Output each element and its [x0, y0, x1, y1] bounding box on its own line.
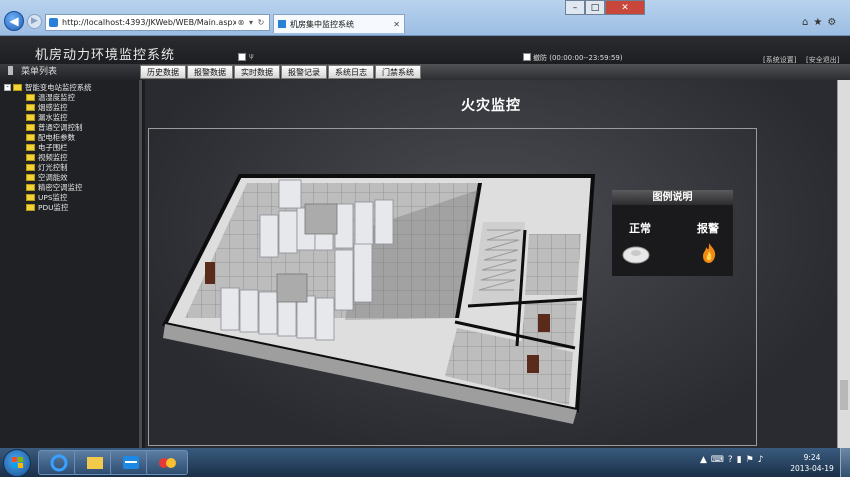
tab-favicon	[278, 20, 286, 28]
clock-time: 9:24	[803, 453, 821, 462]
ie-page-icon	[49, 18, 58, 27]
tree-item[interactable]: 漏水监控	[4, 112, 92, 122]
folder-icon	[26, 143, 35, 151]
help-icon[interactable]: ?	[728, 455, 733, 465]
start-button[interactable]	[3, 449, 31, 477]
folder-explorer-icon	[87, 457, 103, 469]
folder-icon	[26, 133, 35, 141]
minimize-icon[interactable]: –	[565, 0, 585, 15]
scroll-thumb[interactable]	[840, 380, 848, 410]
volume-icon[interactable]: ♪	[758, 455, 764, 465]
app-header: 机房动力环境监控系统 ψ 撤防 (00:00:00--23:59:59)	[0, 36, 850, 64]
folder-icon	[26, 193, 35, 201]
home-icon[interactable]: ⌂	[802, 17, 808, 28]
media-app-icon	[159, 458, 176, 468]
close-icon[interactable]: ✕	[605, 0, 645, 15]
smoke-detector-icon	[622, 246, 650, 264]
system-tray: ▲ ⌨ ? ▮ ⚑ ♪	[700, 455, 763, 465]
favorites-star-icon[interactable]: ★	[813, 17, 822, 28]
tree-item[interactable]: PDU监控	[4, 202, 92, 212]
realtime-data-button[interactable]: 实时数据	[234, 65, 280, 79]
teamviewer-icon	[123, 456, 139, 469]
taskbar-media-button[interactable]	[146, 450, 188, 475]
address-bar[interactable]: http://localhost:4393/JKWeb/WEB/Main.asp…	[45, 14, 270, 31]
dropdown-icon[interactable]: ▾	[246, 18, 256, 27]
maximize-icon[interactable]: □	[585, 0, 605, 15]
history-data-button[interactable]: 历史数据	[140, 65, 186, 79]
windows-logo-icon	[12, 457, 23, 468]
network-icon[interactable]: ▮	[737, 455, 742, 465]
tree-item[interactable]: 空调能效	[4, 172, 92, 182]
tree-item[interactable]: 电子围栏	[4, 142, 92, 152]
tree-root[interactable]: - 智能变电站监控系统	[4, 82, 92, 92]
header-checkbox-label: ψ	[249, 52, 254, 60]
tree-item[interactable]: 烟感监控	[4, 102, 92, 112]
menu-tree: - 智能变电站监控系统 温湿度监控 烟感监控 漏水监控 普通空调控制 配电柜参数 …	[4, 82, 92, 212]
guard-label: 撤防 (00:00:00--23:59:59)	[533, 54, 623, 62]
flag-icon[interactable]: ⚑	[746, 455, 754, 465]
server-room-floorplan	[162, 174, 596, 424]
system-title: 机房动力环境监控系统	[35, 48, 176, 63]
folder-icon	[26, 183, 35, 191]
folder-icon	[13, 83, 22, 91]
folder-icon	[26, 113, 35, 121]
tree-item[interactable]: 视频监控	[4, 152, 92, 162]
nav-buttons: 历史数据 报警数据 实时数据 报警记录 系统日志 门禁系统	[140, 65, 421, 79]
refresh-icon[interactable]: ↻	[256, 18, 266, 27]
phone-icon	[8, 66, 13, 75]
folder-icon	[26, 93, 35, 101]
alarm-data-button[interactable]: 报警数据	[187, 65, 233, 79]
address-url[interactable]: http://localhost:4393/JKWeb/WEB/Main.asp…	[62, 18, 236, 27]
browser-tools: ⌂ ★ ⚙	[802, 17, 836, 28]
tab-title: 机房集中监控系统	[290, 19, 354, 29]
fire-alarm-icon	[703, 243, 716, 263]
menu-list-label: 菜单列表	[21, 67, 58, 77]
clock-date: 2013-04-19	[790, 464, 834, 473]
legend-panel: 图例说明 正常 报警	[612, 190, 733, 276]
settings-gear-icon[interactable]: ⚙	[827, 17, 836, 28]
header-checkbox[interactable]	[238, 53, 246, 61]
tree-item[interactable]: UPS监控	[4, 192, 92, 202]
guard-checkbox[interactable]	[523, 53, 531, 61]
forward-button[interactable]: ▶	[27, 14, 42, 29]
menu-list-header: 菜单列表	[0, 64, 142, 80]
main-scrollbar[interactable]	[837, 80, 850, 448]
keyboard-icon[interactable]: ⌨	[711, 455, 724, 465]
access-control-button[interactable]: 门禁系统	[375, 65, 421, 79]
tree-item[interactable]: 精密空调监控	[4, 182, 92, 192]
back-button[interactable]: ◀	[4, 11, 24, 31]
folder-icon	[26, 153, 35, 161]
browser-chrome: ◀ ▶ http://localhost:4393/JKWeb/WEB/Main…	[0, 0, 850, 36]
folder-icon	[26, 173, 35, 181]
collapse-icon[interactable]: -	[4, 83, 11, 91]
tree-item[interactable]: 普通空调控制	[4, 122, 92, 132]
ie-icon	[50, 454, 68, 472]
show-desktop-button[interactable]	[840, 448, 850, 477]
stop-icon[interactable]: ⊗	[236, 18, 246, 27]
sidebar: - 智能变电站监控系统 温湿度监控 烟感监控 漏水监控 普通空调控制 配电柜参数 …	[0, 80, 142, 448]
folder-icon	[26, 163, 35, 171]
legend-title: 图例说明	[612, 190, 733, 205]
tab-close-icon[interactable]: ✕	[393, 20, 400, 29]
window-controls: – □ ✕	[565, 0, 645, 15]
alarm-records-button[interactable]: 报警记录	[281, 65, 327, 79]
browser-tab[interactable]: 机房集中监控系统 ✕	[273, 14, 405, 33]
system-log-button[interactable]: 系统日志	[328, 65, 374, 79]
main-panel: 火灾监控 图例说明 正常 报警	[145, 80, 837, 448]
folder-icon	[26, 123, 35, 131]
tree-item[interactable]: 灯光控制	[4, 162, 92, 172]
legend-alarm-label: 报警	[697, 222, 719, 235]
tray-arrow-icon[interactable]: ▲	[700, 455, 707, 465]
legend-normal-label: 正常	[629, 222, 651, 235]
folder-icon	[26, 103, 35, 111]
folder-icon	[26, 203, 35, 211]
tree-item[interactable]: 配电柜参数	[4, 132, 92, 142]
tree-item-label: PDU监控	[38, 202, 69, 212]
tree-item[interactable]: 温湿度监控	[4, 92, 92, 102]
taskbar-clock[interactable]: 9:24 2013-04-19	[787, 452, 837, 474]
